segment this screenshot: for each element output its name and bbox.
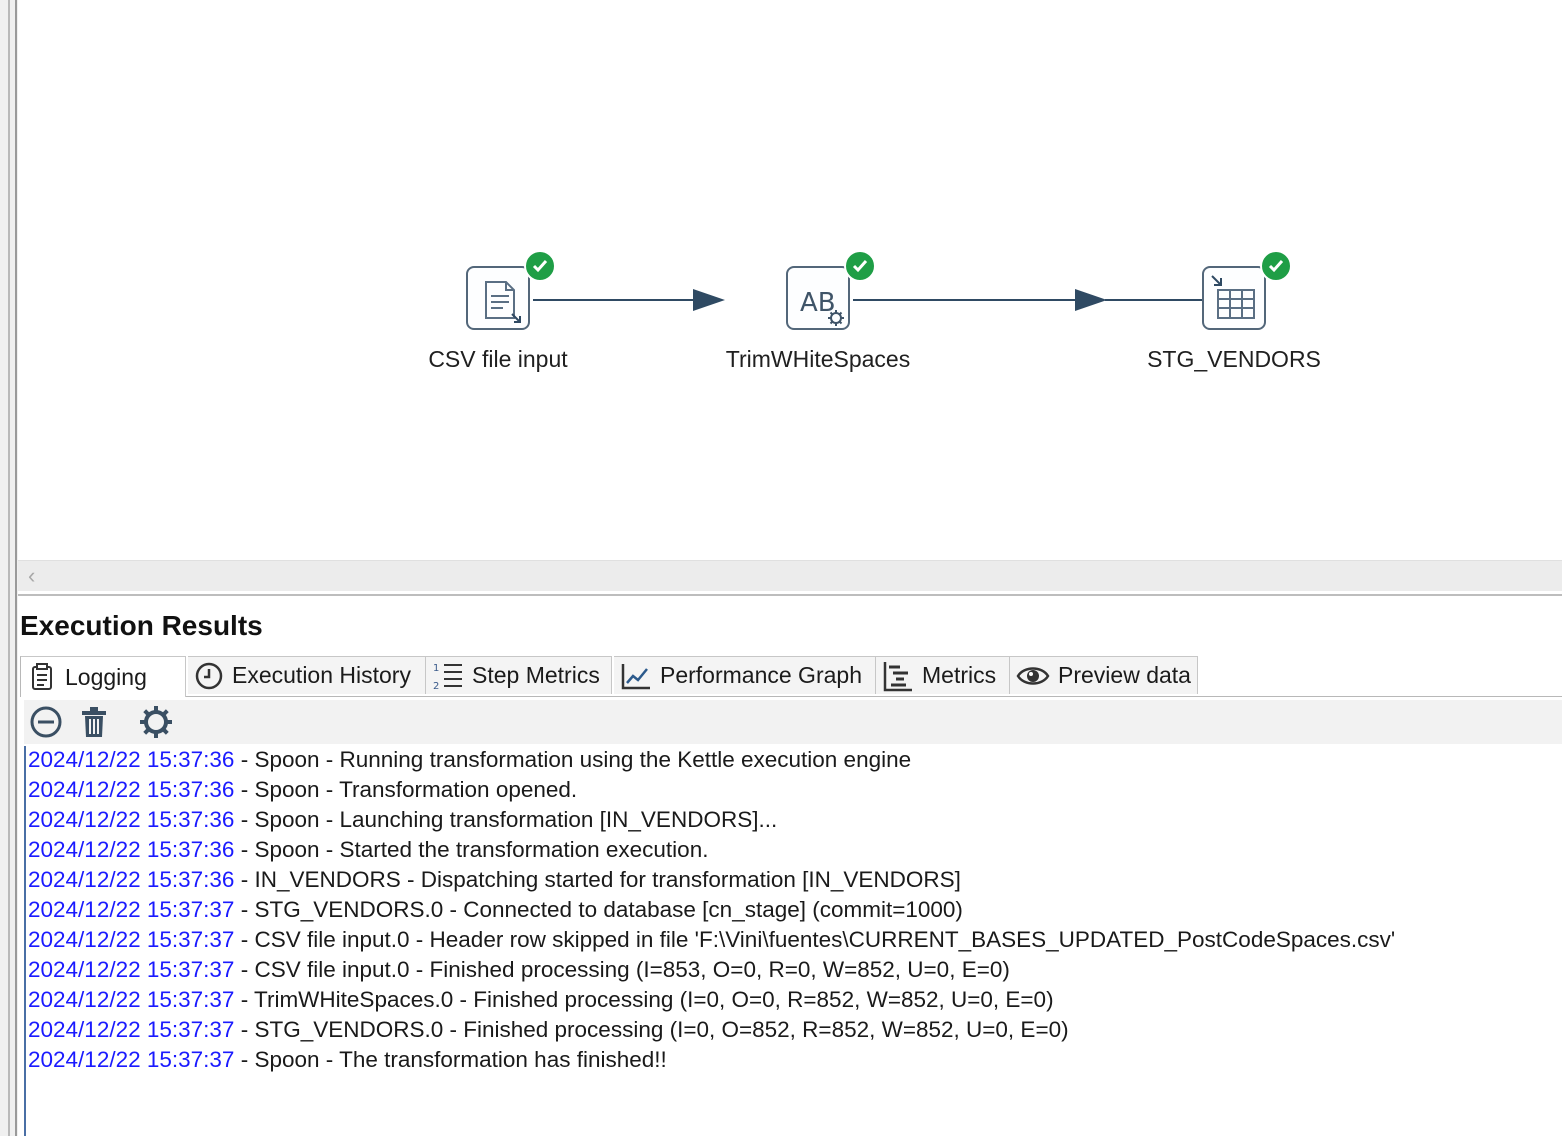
table-output-icon[interactable] (1202, 266, 1266, 330)
log-line: 2024/12/22 15:37:37 - STG_VENDORS.0 - Fi… (28, 1017, 1069, 1042)
trash-icon[interactable] (76, 704, 112, 740)
settings-icon[interactable] (138, 704, 174, 740)
execution-results-title: Execution Results (20, 610, 263, 641)
canvas-horizontal-scrollbar[interactable]: ‹ (18, 560, 1562, 591)
tab-step-metrics[interactable]: 1 2 Step Metrics (426, 656, 612, 694)
execution-results-tabs: Logging Execution History 1 2 Step Metri… (20, 656, 1562, 697)
tab-label: Preview data (1058, 662, 1191, 688)
log-line: 2024/12/22 15:37:36 - Spoon - Launching … (28, 807, 778, 832)
tab-metrics[interactable]: Metrics (876, 656, 1010, 694)
step-label: TrimWHiteSpaces (725, 346, 911, 372)
step-label: CSV file input (428, 346, 568, 372)
line-chart-icon (621, 663, 650, 689)
log-line: 2024/12/22 15:37:37 - STG_VENDORS.0 - Co… (28, 897, 963, 922)
tab-label: Performance Graph (660, 662, 862, 688)
hop-trim-to-stg-end (1105, 299, 1203, 301)
hop-trim-to-stg[interactable] (853, 299, 1083, 301)
log-line: 2024/12/22 15:37:36 - IN_VENDORS - Dispa… (28, 867, 961, 892)
tab-label: Metrics (922, 662, 997, 688)
logging-toolbar (24, 700, 1562, 744)
tab-label: Step Metrics (472, 662, 600, 688)
log-line: 2024/12/22 15:37:37 - Spoon - The transf… (28, 1047, 667, 1072)
log-line: 2024/12/22 15:37:36 - Spoon - Running tr… (28, 747, 912, 772)
clock-icon (195, 662, 223, 689)
tab-execution-history[interactable]: Execution History (188, 656, 426, 694)
success-check-icon (1260, 250, 1292, 282)
success-check-icon (524, 250, 556, 282)
log-line: 2024/12/22 15:37:36 - Spoon - Started th… (28, 837, 709, 862)
svg-text:2: 2 (433, 681, 439, 692)
hop-csv-to-trim[interactable] (533, 299, 701, 301)
log-line: 2024/12/22 15:37:36 - Spoon - Transforma… (28, 777, 578, 802)
log-line: 2024/12/22 15:37:37 - CSV file input.0 -… (28, 957, 1010, 982)
log-line: 2024/12/22 15:37:37 - TrimWHiteSpaces.0 … (28, 987, 1054, 1012)
tab-logging[interactable]: Logging (20, 656, 186, 697)
string-operations-icon[interactable]: AB (786, 266, 850, 330)
tab-performance-graph[interactable]: Performance Graph (614, 656, 876, 694)
svg-text:1: 1 (433, 663, 439, 674)
numbered-list-icon: 1 2 (433, 663, 462, 692)
scroll-left-icon[interactable]: ‹ (28, 563, 35, 589)
hop-arrow-icon (693, 289, 725, 311)
clear-log-icon[interactable] (28, 704, 64, 740)
step-label: STG_VENDORS (1147, 346, 1321, 372)
eye-icon (1016, 666, 1050, 685)
left-panel-border (0, 0, 18, 1136)
clipboard-icon (32, 663, 52, 690)
log-output[interactable]: 2024/12/22 15:37:36 - Spoon - Running tr… (24, 746, 1562, 1136)
gantt-icon (883, 661, 912, 691)
panel-divider[interactable] (18, 594, 1562, 596)
log-line: 2024/12/22 15:37:37 - CSV file input.0 -… (28, 927, 1396, 952)
success-check-icon (844, 250, 876, 282)
csv-file-input-icon[interactable] (466, 266, 530, 330)
hop-arrow-icon (1075, 289, 1107, 311)
tab-preview-data[interactable]: Preview data (1010, 656, 1198, 694)
tab-label: Logging (65, 663, 147, 690)
tab-label: Execution History (232, 662, 411, 688)
